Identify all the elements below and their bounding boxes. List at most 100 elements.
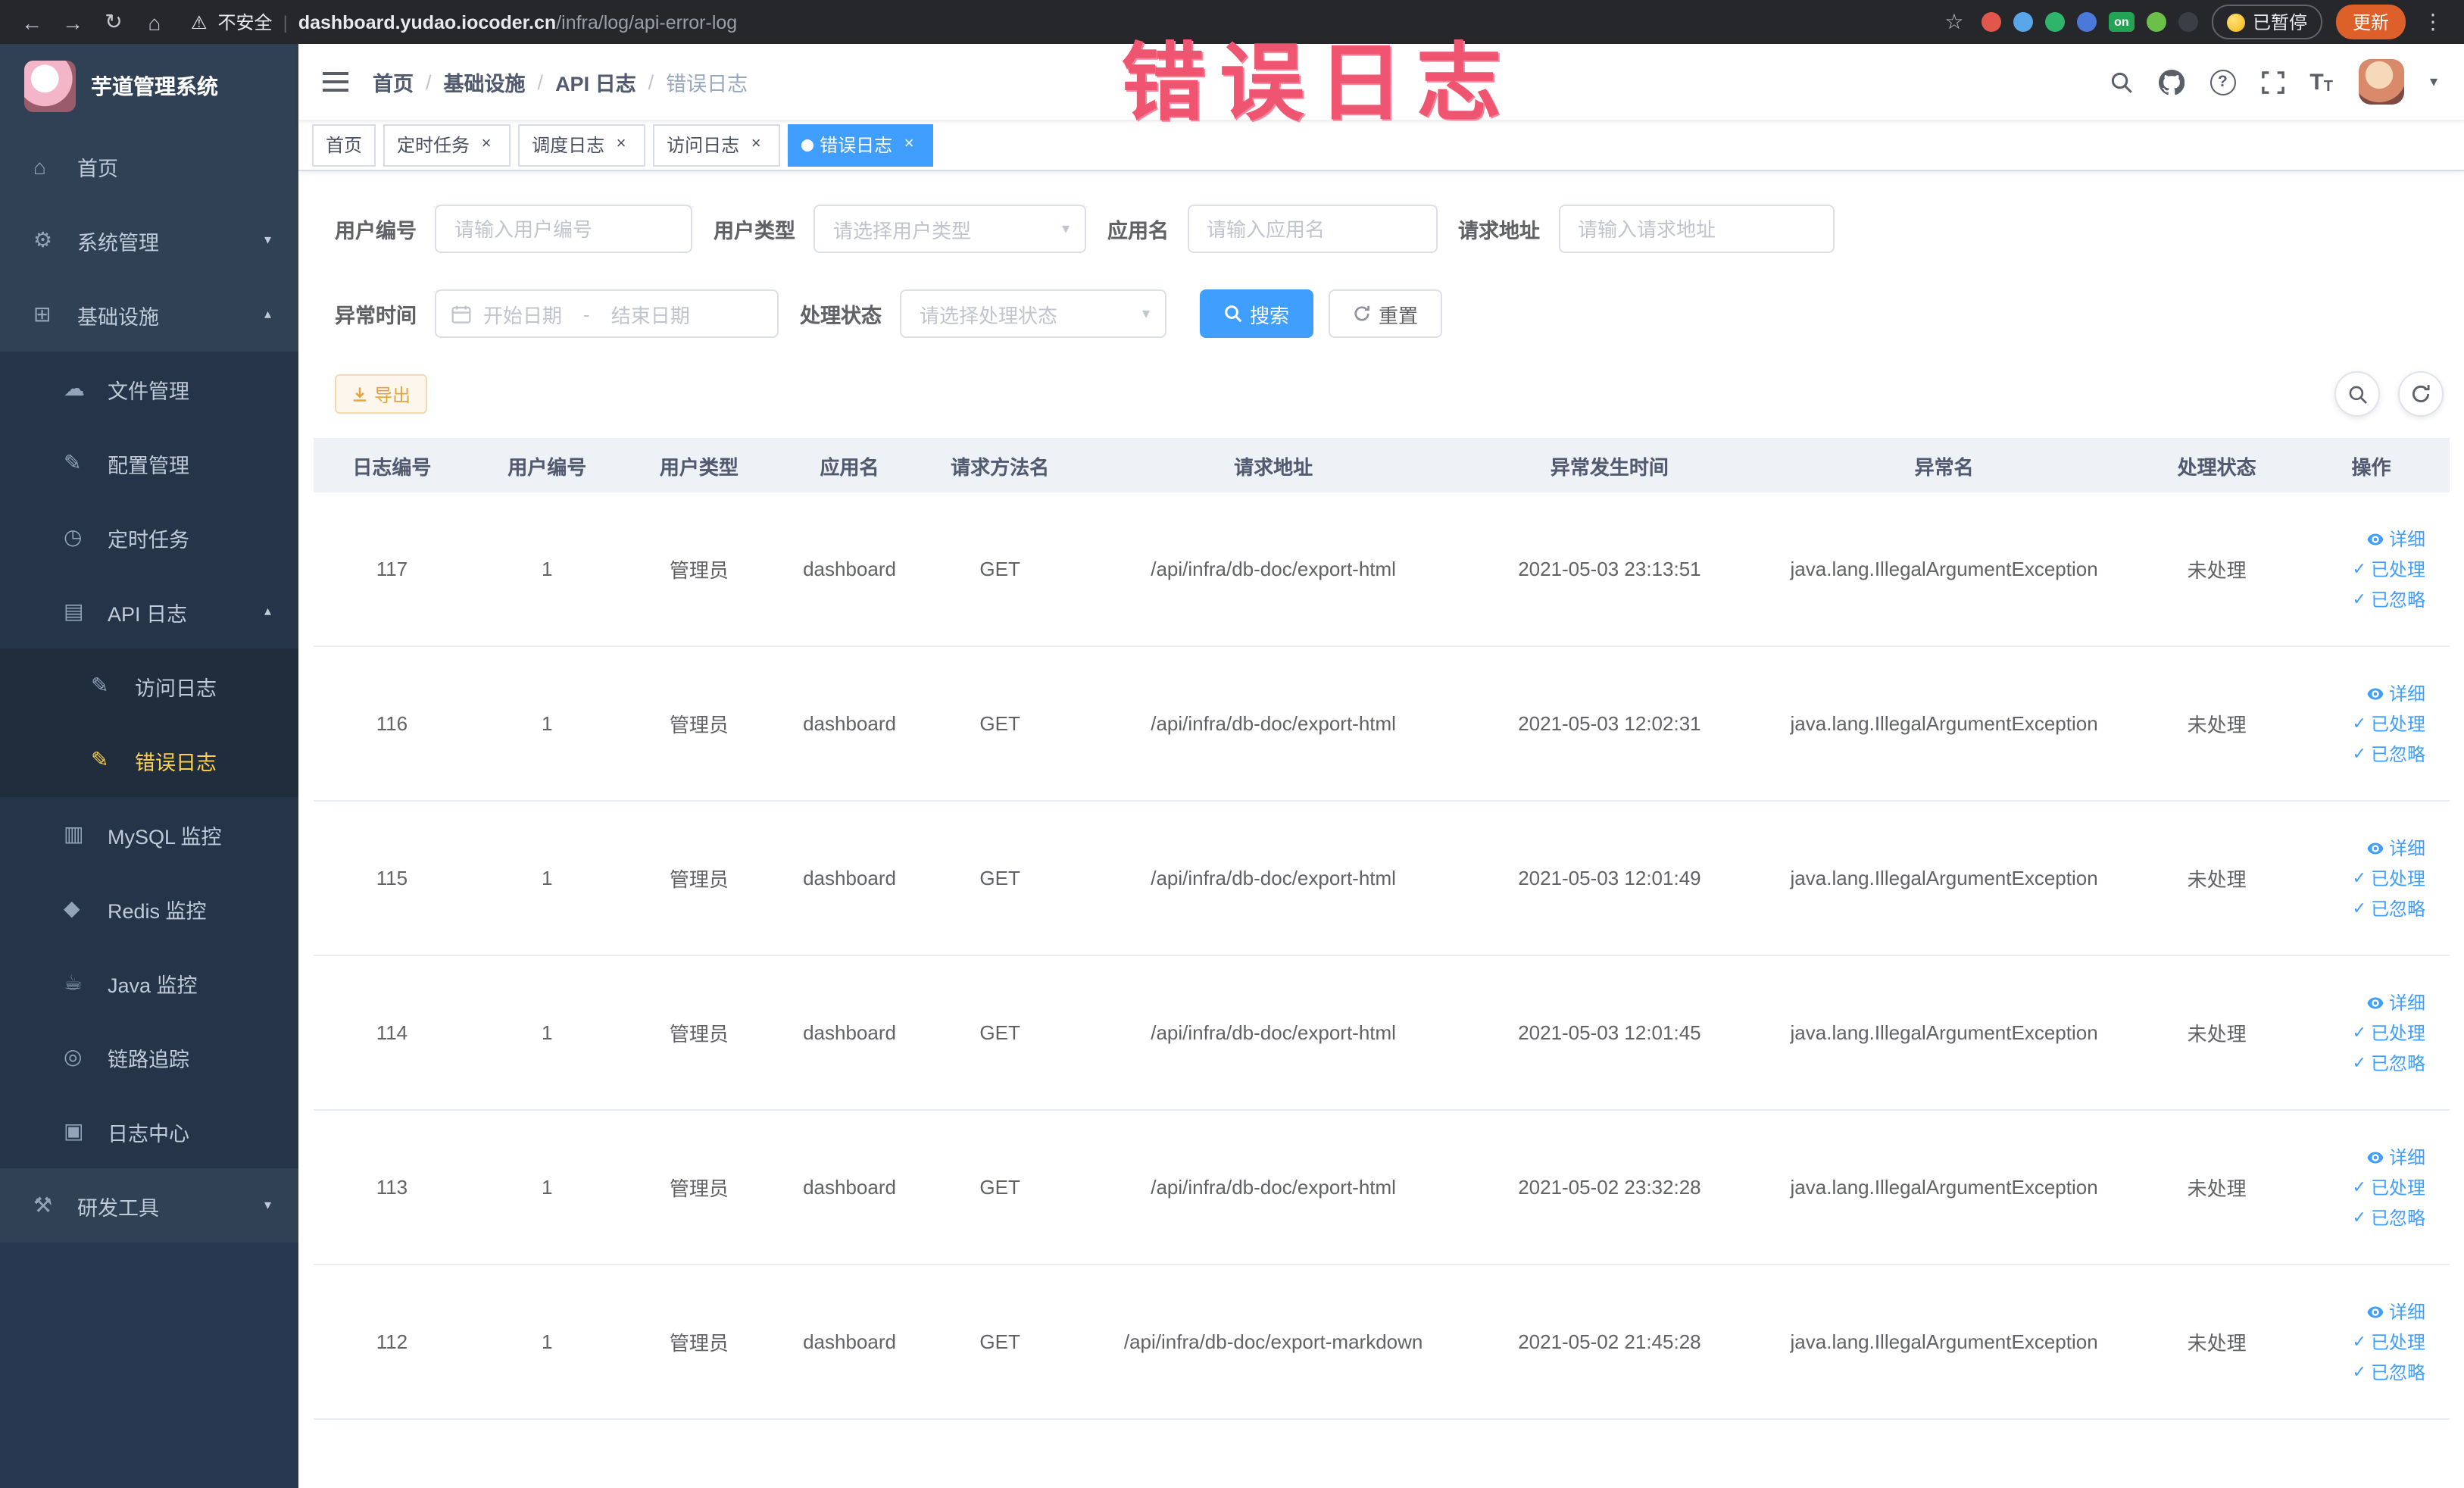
sidebar-item[interactable]: ⌂ 首页: [0, 129, 298, 203]
cell-user_type: 管理员: [623, 492, 775, 647]
app-name-input[interactable]: [1187, 205, 1437, 253]
help-icon[interactable]: ?: [2209, 69, 2236, 95]
sidebar-toggle-icon[interactable]: [323, 71, 348, 92]
mark-ignored-action[interactable]: ✓ 已忽略: [2299, 1048, 2425, 1078]
sidebar-item[interactable]: ✎ 配置管理: [0, 426, 298, 500]
search-icon[interactable]: [2110, 70, 2132, 93]
check-icon: ✓: [2352, 1209, 2366, 1227]
cell-time: 2021-05-02 21:45:28: [1471, 1264, 1747, 1420]
mark-ignored-action[interactable]: ✓ 已忽略: [2299, 893, 2425, 924]
extension-icon[interactable]: [2013, 12, 2033, 32]
eye-icon: [2366, 839, 2384, 857]
mark-ignored-action[interactable]: ✓ 已忽略: [2299, 1357, 2425, 1387]
sidebar-item[interactable]: ▤ API 日志 ▴: [0, 574, 298, 649]
user-avatar[interactable]: [2358, 59, 2404, 105]
detail-action[interactable]: 详细: [2299, 833, 2425, 863]
mark-processed-action[interactable]: ✓ 已处理: [2299, 554, 2425, 584]
search-button[interactable]: 搜索: [1200, 289, 1314, 338]
action-label: 已处理: [2370, 1332, 2425, 1353]
mark-processed-action[interactable]: ✓ 已处理: [2299, 863, 2425, 893]
detail-action[interactable]: 详细: [2299, 678, 2425, 708]
tags-view-tab[interactable]: 访问日志 ×: [653, 123, 781, 166]
close-icon[interactable]: ×: [898, 134, 920, 155]
home-icon[interactable]: ⌂: [141, 10, 168, 34]
breadcrumb-separator: /: [426, 70, 432, 93]
column-header: 日志编号: [314, 438, 470, 492]
detail-action[interactable]: 详细: [2299, 1296, 2425, 1327]
sidebar-item-label: 配置管理: [108, 454, 189, 477]
user-id-input[interactable]: [435, 205, 692, 253]
bookmark-star-icon[interactable]: ☆: [1941, 9, 1968, 35]
user-type-select[interactable]: 请选择用户类型 ▾: [814, 205, 1086, 253]
mark-processed-action[interactable]: ✓ 已处理: [2299, 1327, 2425, 1357]
detail-action[interactable]: 详细: [2299, 1142, 2425, 1172]
mark-processed-action[interactable]: ✓ 已处理: [2299, 708, 2425, 739]
sidebar-item[interactable]: ☕ Java 监控: [0, 946, 298, 1020]
sidebar-item[interactable]: ◷ 定时任务: [0, 500, 298, 574]
sidebar-item[interactable]: ◎ 链路追踪: [0, 1020, 298, 1094]
sidebar-item[interactable]: ▥ MySQL 监控: [0, 797, 298, 871]
detail-action[interactable]: 详细: [2299, 987, 2425, 1018]
sidebar-item[interactable]: ✎ 错误日志: [0, 723, 298, 797]
sidebar-filler: [0, 1243, 298, 1488]
close-icon[interactable]: ×: [611, 134, 632, 155]
mark-ignored-action[interactable]: ✓ 已忽略: [2299, 739, 2425, 769]
extension-icon[interactable]: [2146, 12, 2166, 32]
browser-menu-icon[interactable]: ⋮: [2419, 9, 2447, 35]
extension-icon[interactable]: [2178, 12, 2198, 32]
sidebar-item[interactable]: ⚒ 研发工具 ▾: [0, 1168, 298, 1243]
font-size-icon[interactable]: TT: [2309, 69, 2333, 95]
close-icon[interactable]: ×: [745, 134, 767, 155]
mark-processed-action[interactable]: ✓ 已处理: [2299, 1018, 2425, 1048]
extension-icon[interactable]: on: [2108, 12, 2135, 32]
reload-icon[interactable]: ↻: [100, 9, 127, 35]
check-icon: ✓: [2352, 591, 2366, 609]
menu-logcenter-icon: ▣: [64, 1118, 84, 1143]
mark-ignored-action[interactable]: ✓ 已忽略: [2299, 1202, 2425, 1233]
tags-view-tab[interactable]: 错误日志 ×: [788, 123, 934, 166]
tags-view-tab[interactable]: 首页: [312, 123, 376, 166]
breadcrumb-separator: /: [537, 70, 544, 93]
process-status-select[interactable]: 请选择处理状态 ▾: [900, 289, 1166, 338]
forward-icon[interactable]: →: [59, 10, 86, 34]
calendar-icon: [451, 304, 471, 324]
mark-processed-action[interactable]: ✓ 已处理: [2299, 1172, 2425, 1202]
search-toggle-button[interactable]: [2334, 371, 2380, 417]
reset-button[interactable]: 重置: [1329, 289, 1443, 338]
filter-form-row-1: 用户编号 用户类型 请选择用户类型 ▾ 应用名: [314, 205, 2450, 253]
extensions-row: on: [1981, 12, 2198, 32]
cell-actions: 详细 ✓ 已处理 ✓ 已忽略: [2292, 801, 2450, 956]
tags-view-tab[interactable]: 定时任务 ×: [383, 123, 511, 166]
sidebar-item[interactable]: ✎ 访问日志: [0, 649, 298, 723]
close-icon[interactable]: ×: [476, 134, 497, 155]
back-icon[interactable]: ←: [18, 10, 45, 34]
update-button[interactable]: 更新: [2335, 5, 2406, 39]
export-button[interactable]: 导出: [335, 374, 428, 414]
sidebar-item[interactable]: ⊞ 基础设施 ▴: [0, 277, 298, 352]
sidebar-item[interactable]: ▣ 日志中心: [0, 1094, 298, 1168]
tags-view-tab[interactable]: 调度日志 ×: [518, 123, 646, 166]
github-icon[interactable]: [2158, 69, 2184, 95]
extension-icon[interactable]: [2044, 12, 2065, 32]
request-url-input[interactable]: [1558, 205, 1834, 253]
extension-icon[interactable]: [1981, 12, 2001, 32]
refresh-button[interactable]: [2398, 371, 2444, 417]
detail-action[interactable]: 详细: [2299, 524, 2425, 554]
mark-ignored-action[interactable]: ✓ 已忽略: [2299, 584, 2425, 614]
address-bar[interactable]: ⚠ 不安全 | dashboard.yudao.iocoder.cn/infra…: [191, 9, 737, 35]
breadcrumb-item[interactable]: API 日志: [555, 67, 636, 97]
sidebar-item[interactable]: ⚙ 系统管理 ▾: [0, 203, 298, 277]
sidebar-item[interactable]: ◆ Redis 监控: [0, 871, 298, 946]
paused-badge[interactable]: 已暂停: [2211, 5, 2322, 39]
breadcrumb-item[interactable]: 首页: [373, 67, 414, 97]
table-row: 116 1 管理员 dashboard GET/api/infra/db-doc/exp…: [314, 646, 2450, 802]
filter-label-user-id: 用户编号: [335, 220, 417, 242]
fullscreen-icon[interactable]: [2261, 70, 2284, 93]
sidebar-item[interactable]: ☁ 文件管理: [0, 352, 298, 426]
breadcrumb-item[interactable]: 基础设施: [444, 67, 526, 97]
extension-icon[interactable]: [2076, 12, 2097, 32]
logo[interactable]: 芋道管理系统: [0, 44, 298, 129]
user-menu-caret-icon[interactable]: ▾: [2430, 73, 2437, 90]
breadcrumb: 首页 / 基础设施 / API 日志 / 错误日志: [373, 67, 748, 97]
exception-time-range-picker[interactable]: 开始日期 - 结束日期: [435, 289, 779, 338]
